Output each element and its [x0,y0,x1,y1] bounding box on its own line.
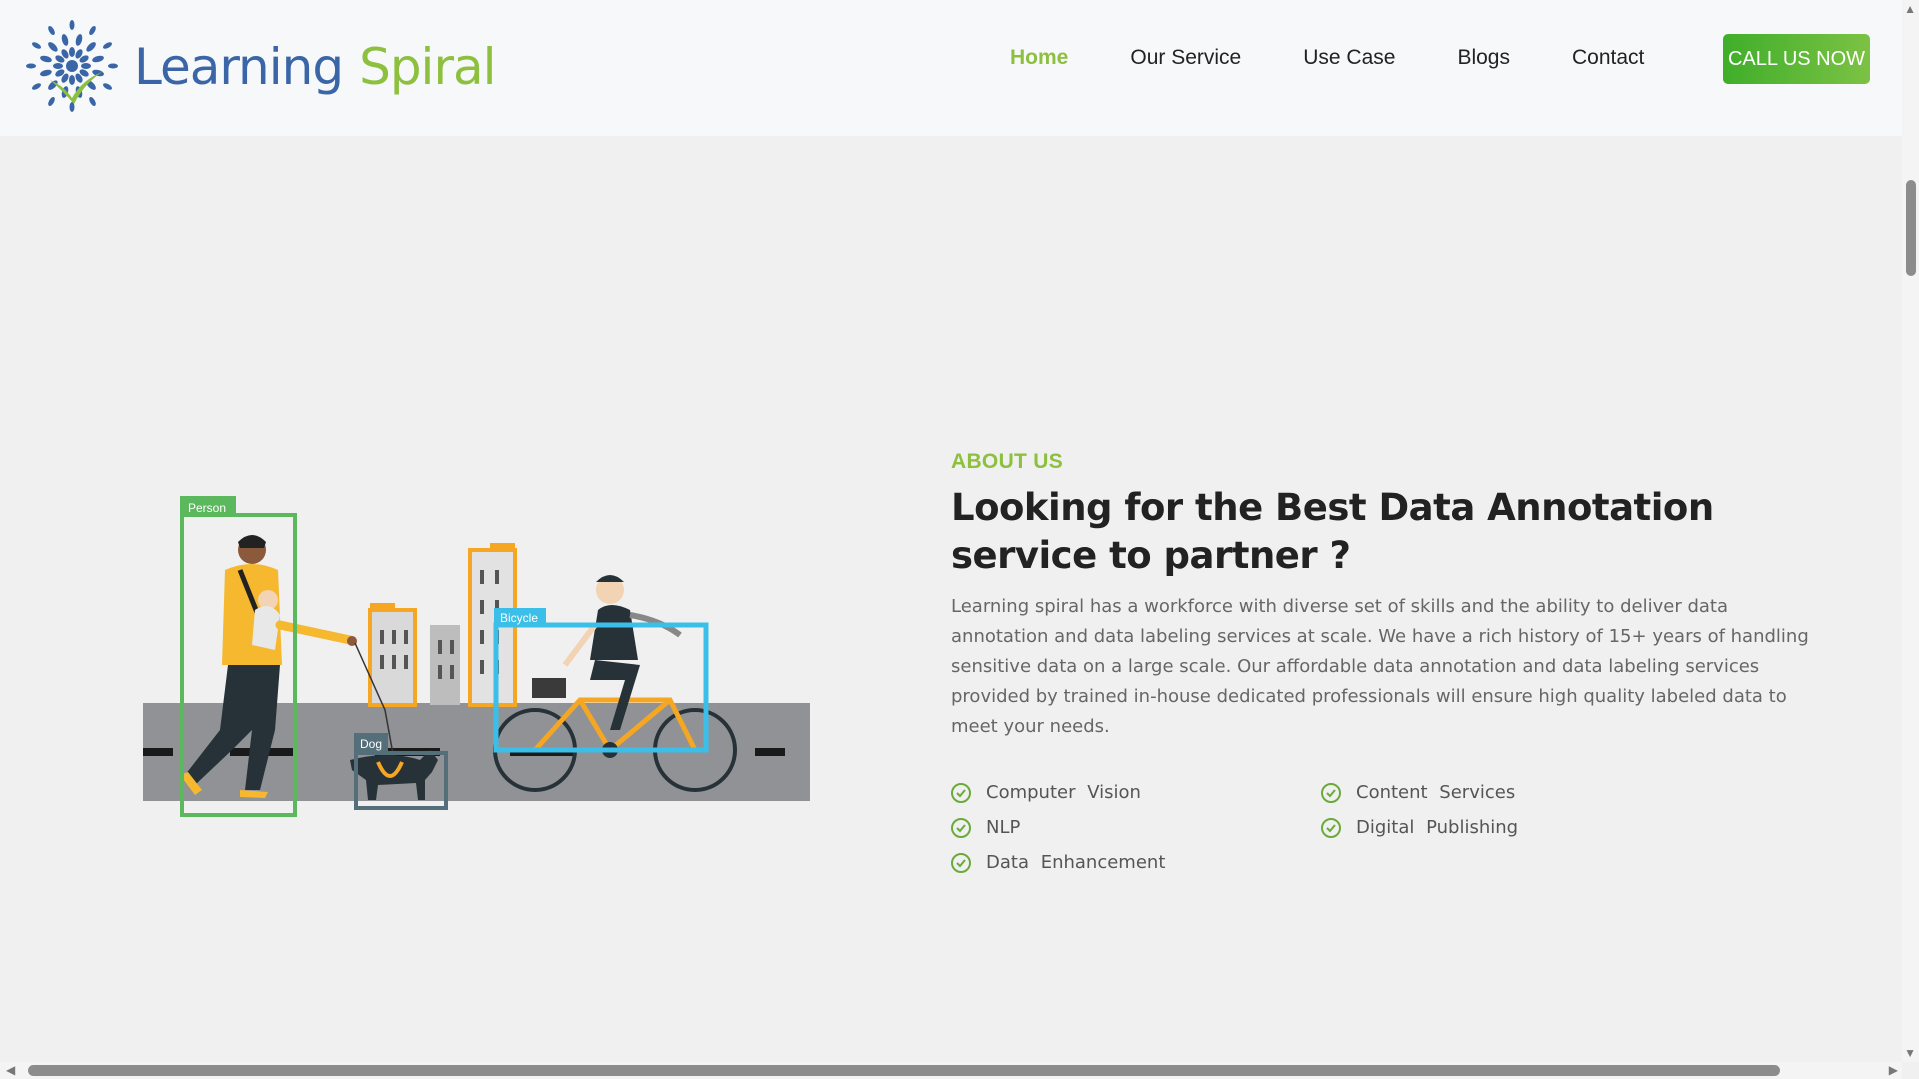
nav-use-case[interactable]: Use Case [1303,46,1395,70]
about-eyebrow: ABOUT US [951,450,1064,473]
nav-blogs[interactable]: Blogs [1457,46,1510,70]
site-header: Learning Spiral Home Our Service Use Cas… [0,0,1902,136]
feature-list: Computer Vision Content Services NLP Dig… [951,782,1831,873]
check-circle-icon [1321,817,1341,838]
data-annotation-illustration: Person Bicycle Dog [143,496,810,817]
feature-item: Data Enhancement [951,852,1321,873]
check-circle-icon [951,852,971,873]
feature-item: NLP [951,817,1321,838]
horizontal-scroll-thumb[interactable] [28,1065,1780,1076]
bicycle-box-label: Bicycle [500,611,538,625]
feature-item: Digital Publishing [1321,817,1691,838]
brand-name-learning: Learning [134,38,344,96]
nav-our-service[interactable]: Our Service [1130,46,1241,70]
call-us-now-button[interactable]: CALL US NOW [1723,34,1870,84]
main-nav: Home Our Service Use Case Blogs Contact [1010,46,1706,70]
nav-contact[interactable]: Contact [1572,46,1644,70]
vertical-scrollbar[interactable]: ▲ ▼ [1902,0,1919,1062]
feature-label: Data Enhancement [986,852,1166,873]
check-circle-icon [951,782,971,803]
person-box-label: Person [188,501,226,515]
buildings [368,543,517,707]
dog-box-label: Dog [360,737,382,751]
nav-home[interactable]: Home [1010,46,1068,70]
feature-label: Content Services [1356,782,1516,803]
brand-logo[interactable]: Learning Spiral [22,18,497,116]
brand-name-spiral: Spiral [359,38,496,96]
check-circle-icon [1321,782,1341,803]
arrow-up-icon[interactable]: ▲ [1904,2,1916,16]
feature-item: Computer Vision [951,782,1321,803]
feature-label: Digital Publishing [1356,817,1519,838]
arrow-down-icon[interactable]: ▼ [1904,1046,1916,1060]
horizontal-scrollbar[interactable]: ◀ ▶ [0,1062,1902,1079]
arrow-left-icon[interactable]: ◀ [6,1063,15,1077]
about-description: Learning spiral has a workforce with div… [951,596,1809,737]
feature-item: Content Services [1321,782,1691,803]
about-heading: Looking for the Best Data Annotation ser… [951,486,1714,577]
feature-label: Computer Vision [986,782,1141,803]
spiral-logo-icon [26,20,118,112]
about-section: ABOUT US Looking for the Best Data Annot… [951,450,1831,873]
feature-label: NLP [986,817,1021,838]
check-circle-icon [951,817,971,838]
vertical-scroll-thumb[interactable] [1906,180,1916,276]
arrow-right-icon[interactable]: ▶ [1889,1063,1898,1077]
